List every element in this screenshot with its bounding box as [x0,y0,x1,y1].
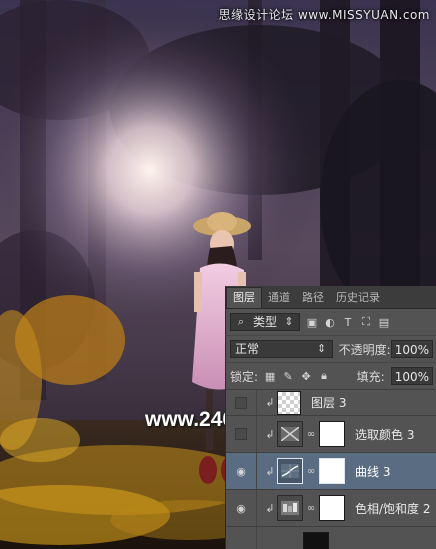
opacity-label: 不透明度: [338,342,391,357]
visibility-toggle[interactable]: ◉ [226,453,257,489]
lock-label: 锁定: [230,369,259,384]
filter-type-select[interactable]: ⌕ 类型 ⇕ [230,313,300,331]
lock-position-icon[interactable]: ✥ [300,370,312,383]
clip-arrow-icon: ↲ [265,501,275,515]
tab-layers[interactable]: 图层 [226,287,262,308]
image-filter-icon[interactable]: ▣ [306,316,318,329]
opacity-input[interactable]: 100% [390,340,433,358]
layer-mask-thumbnail[interactable] [319,458,345,484]
blend-row: 正常 ⇕ 不透明度: 100% [226,335,436,362]
layer-row-hue-saturation[interactable]: ◉ ↲ ∞ 色相/饱和度 2 [226,489,436,526]
selective-color-icon [277,421,303,447]
site-watermark: 思缘设计论坛 www.MISSYUAN.com [218,8,430,22]
lock-all-icon[interactable]: 🔒︎ [318,369,330,382]
search-icon: ⌕ [237,315,245,328]
layer-name: 选取颜色 3 [355,427,415,442]
clip-arrow-icon: ↲ [265,396,275,409]
shape-filter-icon[interactable]: ⛶ [360,315,372,328]
blend-mode-select[interactable]: 正常 ⇕ [230,340,333,358]
tab-history[interactable]: 历史记录 [330,288,386,308]
layers-panel: 图层 通道 路径 历史记录 ⌕ 类型 ⇕ ▣ ◐ T ⛶ ▤ 正常 ⇕ 不透明度… [225,286,436,549]
layer-row-curves[interactable]: ◉ ↲ ∞ 曲线 3 [226,452,436,489]
lock-row: 锁定: ▦ ✎ ✥ 🔒︎ 填充: 100% [226,362,436,389]
mask-link-icon[interactable]: ∞ [305,466,317,477]
eye-icon: ◉ [236,501,246,515]
layer-row-partial[interactable] [226,526,436,549]
visibility-toggle[interactable] [226,390,257,415]
hidden-eye-icon [235,396,247,409]
updown-icon: ⇕ [284,315,294,328]
mask-link-icon[interactable]: ∞ [305,429,317,440]
fill-label: 填充: [356,369,385,384]
blend-mode-label: 正常 [235,342,260,356]
updown-icon: ⇕ [317,342,327,355]
type-filter-icon[interactable]: T [342,316,354,329]
layer-row-layer3[interactable]: ↲ 图层 3 [226,389,436,415]
layer-mask-thumbnail [303,532,329,549]
lock-transparency-icon[interactable]: ▦ [264,370,276,383]
layer-row-selective-color[interactable]: ↲ ∞ 选取颜色 3 [226,415,436,452]
mask-link-icon[interactable]: ∞ [305,503,317,514]
layer-name: 色相/饱和度 2 [355,501,431,516]
hue-saturation-icon [277,495,303,521]
tab-channels[interactable]: 通道 [262,288,296,308]
adjustment-filter-icon[interactable]: ◐ [324,316,336,329]
filter-row: ⌕ 类型 ⇕ ▣ ◐ T ⛶ ▤ [226,309,436,335]
layer-name: 曲线 3 [355,464,391,479]
layer-name: 图层 3 [311,396,347,410]
visibility-toggle[interactable]: ◉ [226,490,257,526]
layer-mask-thumbnail[interactable] [319,495,345,521]
panel-tabs: 图层 通道 路径 历史记录 [226,286,436,309]
fill-input[interactable]: 100% [390,367,433,385]
visibility-toggle[interactable] [226,527,257,549]
layer-thumbnail [277,390,301,415]
lock-paint-icon[interactable]: ✎ [282,370,294,383]
clip-arrow-icon: ↲ [265,464,275,478]
visibility-toggle[interactable] [226,416,257,452]
tab-paths[interactable]: 路径 [296,288,330,308]
eye-icon: ◉ [236,464,246,478]
layer-mask-thumbnail[interactable] [319,421,345,447]
filter-type-label: 类型 [252,315,277,329]
clip-arrow-icon: ↲ [265,427,275,441]
curves-icon [277,458,303,484]
hidden-eye-icon [235,428,247,440]
smart-object-filter-icon[interactable]: ▤ [378,316,390,329]
